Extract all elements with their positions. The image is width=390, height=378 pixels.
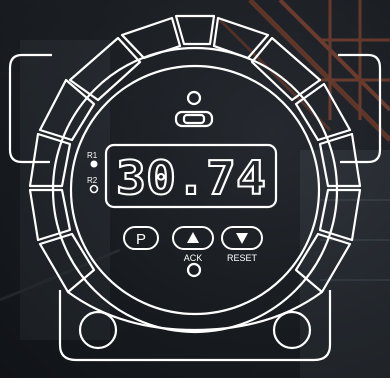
meter-illustration: R1 R2 30.74 P ACK RESET	[0, 0, 390, 378]
meter-drawing: R1 R2 30.74 P ACK RESET	[0, 0, 390, 378]
reset-label: RESET	[227, 253, 258, 263]
r1-label: R1	[87, 151, 98, 160]
ack-label: ACK	[184, 253, 203, 263]
p-button-label: P	[136, 231, 146, 248]
r2-label: R2	[87, 176, 98, 185]
digital-readout: 30.74	[116, 151, 266, 205]
r1-led-icon	[90, 160, 98, 168]
